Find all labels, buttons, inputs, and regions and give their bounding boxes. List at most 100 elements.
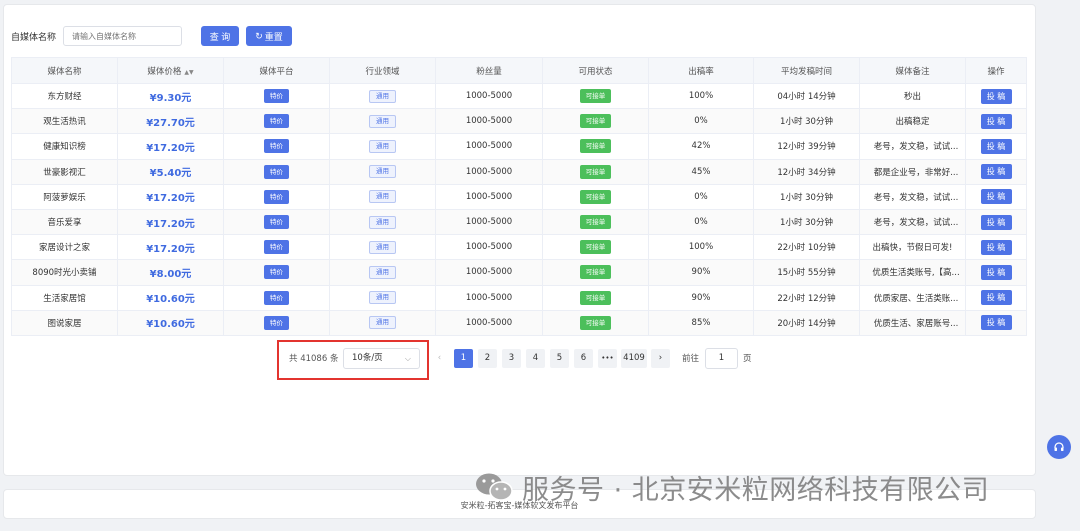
status-badge: 可接单 [579,164,612,179]
price-cell: ¥9.30元 [117,82,224,110]
status-cell: 可接单 [542,183,649,210]
chevron-left-icon: ‹ [437,353,442,363]
fans-cell: 1000-5000 [435,234,543,261]
page-size-select[interactable]: 10条/页 ⌵ [343,348,420,369]
status-badge: 可接单 [579,189,612,204]
price-value: ¥9.30元 [149,92,192,104]
sort-icon[interactable]: ▲▼ [184,69,193,76]
fans-cell: 1000-5000 [435,183,543,210]
price-value: ¥5.40元 [149,168,192,180]
table-row: 健康知识榜 ¥17.20元 特价 通用 1000-5000 可接单 42% 12小时 39分钟… [11,133,1027,160]
column-header: 操作 [965,57,1027,84]
industry-tag: 通用 [369,165,396,179]
status-cell: 可接单 [542,133,649,160]
industry-cell: 通用 [329,234,436,261]
industry-tag: 通用 [369,291,396,305]
submit-button[interactable]: 投 稿 [980,113,1012,129]
status-badge: 可接单 [579,114,612,129]
industry-tag: 通用 [369,114,396,128]
page-ellipsis-button[interactable]: ••• [598,349,617,368]
avg-time-cell: 15小时 55分钟 [753,259,860,286]
column-header: 粉丝量 [435,57,543,84]
industry-tag: 通用 [369,316,396,330]
table-row: 东方财经 ¥9.30元 特价 通用 1000-5000 可接单 100% 04小时 14分钟秒… [11,82,1027,110]
action-cell: 投 稿 [965,108,1027,135]
status-badge: 可接单 [579,265,612,280]
page-suffix: 页 [743,354,752,364]
submit-button[interactable]: 投 稿 [980,189,1012,205]
page-button-last[interactable]: 4109 [621,349,647,368]
fans-cell: 1000-5000 [435,309,543,336]
price-cell: ¥10.60元 [117,309,224,336]
industry-cell: 通用 [329,309,436,336]
column-header: 媒体备注 [859,57,966,84]
submit-button[interactable]: 投 稿 [980,264,1012,280]
fans-cell: 1000-5000 [435,259,543,286]
avg-time-cell: 12小时 39分钟 [753,133,860,160]
customer-service-button[interactable] [1047,435,1071,459]
industry-cell: 通用 [329,133,436,160]
submit-button[interactable]: 投 稿 [980,290,1012,306]
submit-button[interactable]: 投 稿 [980,164,1012,180]
platform-cell: 特价 [223,158,330,185]
submit-button[interactable]: 投 稿 [980,315,1012,331]
note-cell: 秒出 [859,82,966,110]
platform-cell: 特价 [223,284,330,311]
submit-button[interactable]: 投 稿 [980,138,1012,154]
price-cell: ¥5.40元 [117,158,224,185]
submit-button[interactable]: 投 稿 [980,214,1012,230]
media-name-cell: 东方财经 [11,82,118,110]
goto-page-input[interactable]: 1 [705,348,738,369]
prev-page-button[interactable]: ‹ [430,349,449,368]
industry-tag: 通用 [369,190,396,204]
platform-tag: 特价 [264,89,289,104]
rate-cell: 85% [648,309,754,336]
platform-cell: 特价 [223,234,330,261]
column-header: 可用状态 [542,57,649,84]
page-button-4[interactable]: 4 [526,349,545,368]
submit-button[interactable]: 投 稿 [980,239,1012,255]
industry-tag: 通用 [369,215,396,229]
next-page-button[interactable]: › [651,349,670,368]
media-name-cell: 生活家居馆 [11,284,118,311]
chevron-down-icon: ⌵ [404,354,411,363]
rate-cell: 90% [648,284,754,311]
column-header-price[interactable]: 媒体价格 ▲▼ [117,57,224,84]
column-header: 出稿率 [648,57,754,84]
fans-cell: 1000-5000 [435,284,543,311]
platform-tag: 特价 [264,315,289,330]
media-name-cell: 8090时光小卖铺 [11,259,118,286]
platform-tag: 特价 [264,114,289,129]
status-badge: 可接单 [579,290,612,305]
page-button-6[interactable]: 6 [574,349,593,368]
note-cell: 优质生活、家居账号... [859,309,966,336]
note-cell: 出稿快，节假日可发! [859,234,966,261]
platform-cell: 特价 [223,82,330,110]
page-button-3[interactable]: 3 [502,349,521,368]
media-name-cell: 家居设计之家 [11,234,118,261]
submit-button[interactable]: 投 稿 [980,88,1012,104]
fans-cell: 1000-5000 [435,82,543,110]
media-name-cell: 世豪影视汇 [11,158,118,185]
column-header: 媒体平台 [223,57,330,84]
media-name-input[interactable] [63,26,183,46]
fans-cell: 1000-5000 [435,158,543,185]
reset-button[interactable]: ↻ 重置 [246,26,293,46]
headset-icon [1054,442,1064,451]
query-button[interactable]: 查 询 [201,26,240,46]
page-button-5[interactable]: 5 [550,349,569,368]
platform-tag: 特价 [264,265,289,280]
action-cell: 投 稿 [965,284,1027,311]
note-cell: 老号，发文稳，试试... [859,208,966,236]
industry-tag: 通用 [369,139,396,153]
price-value: ¥8.00元 [149,268,192,280]
page-button-1[interactable]: 1 [454,349,473,368]
platform-cell: 特价 [223,208,330,236]
media-name-cell: 阿菠萝娱乐 [11,183,118,210]
rate-cell: 100% [648,82,754,110]
fans-cell: 1000-5000 [435,133,543,160]
price-cell: ¥17.20元 [117,183,224,210]
price-value: ¥10.60元 [146,294,195,306]
page-button-2[interactable]: 2 [478,349,497,368]
status-badge: 可接单 [579,215,612,230]
